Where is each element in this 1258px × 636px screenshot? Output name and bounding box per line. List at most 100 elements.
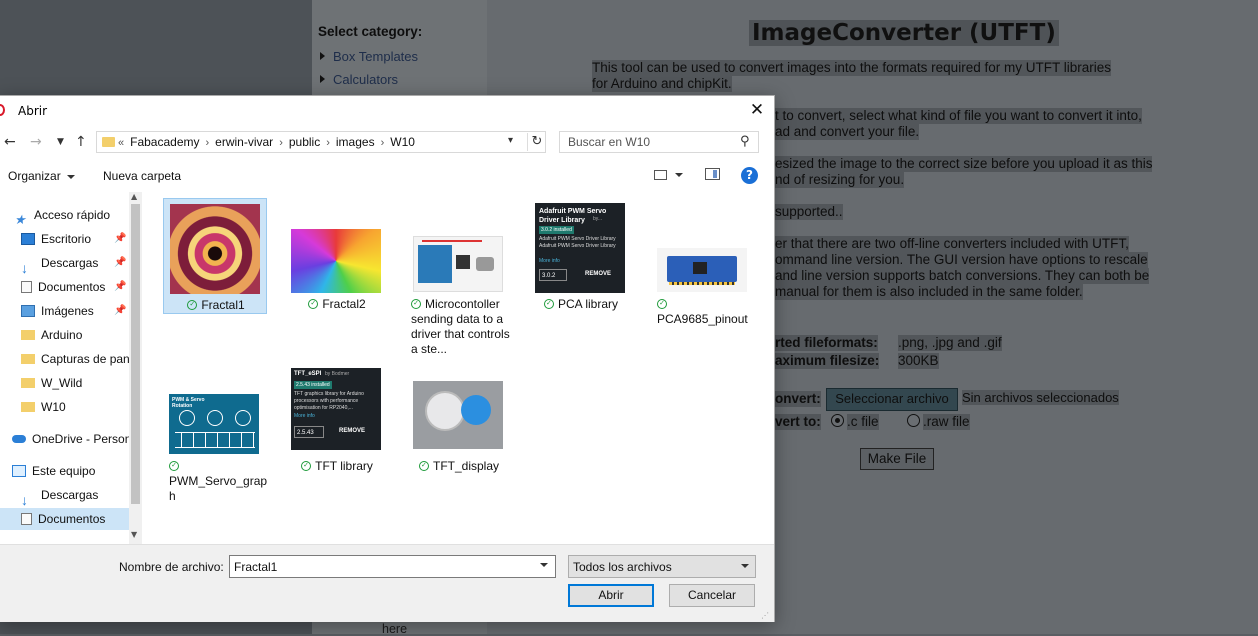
filename-field[interactable]: Fractal1 [229,555,556,578]
intro-line-7: supported.. [775,204,843,220]
forward-arrow-icon[interactable]: → [30,134,42,150]
board-shape [418,245,452,283]
pca-thumb-title: Adafruit PWM Servo Driver Library [539,208,607,224]
no-file-text: Sin archivos seleccionados [962,390,1119,405]
nav-pc-downloads[interactable]: ↓ Descargas [21,484,139,506]
open-button[interactable]: Abrir [568,584,654,607]
pin-icon: 📌 [114,233,127,244]
driver-chip-shape [456,255,470,269]
file-pwm-servo-graph[interactable]: PWM & Servo Rotation ✓PWM_Servo_graph [163,360,267,503]
pwm-servo-thumbnail: PWM & Servo Rotation [169,394,259,454]
breadcrumb-fabacademy[interactable]: Fabacademy [130,135,199,149]
nav-this-pc[interactable]: Este equipo [12,460,130,482]
category-calculators[interactable]: Calculators [320,72,398,87]
nav-images[interactable]: Imágenes 📌 [21,300,139,322]
refresh-icon[interactable]: ↻ [527,133,546,151]
tft-display-thumbnail [413,381,503,449]
opera-logo-icon [0,104,5,116]
desktop-icon [21,232,35,245]
search-input[interactable]: Buscar en W10 ⚲ [559,131,759,153]
folder-icon [102,137,115,147]
nav-arduino[interactable]: Arduino [21,324,139,346]
servo-dial-icon [235,410,251,426]
dialog-title: Abrir [18,104,48,118]
help-icon[interactable]: ? [741,167,758,184]
synced-check-icon: ✓ [301,460,312,471]
nav-w-wild[interactable]: W_Wild [21,372,139,394]
file-pca-library[interactable]: Adafruit PWM Servo Driver Library by... … [529,198,633,314]
file-fractal1[interactable]: ✓ Fractal1 [163,198,267,314]
nav-documents[interactable]: Documentos 📌 [21,276,139,298]
nav-onedrive[interactable]: OneDrive - Person [12,428,130,450]
tft-library-thumbnail: TFT_eSPI by Bodmer 2.5.43 installed TFT … [291,368,381,450]
breadcrumb-erwin-vivar[interactable]: erwin-vivar [215,135,273,149]
address-dropdown-icon[interactable]: ▾ [508,135,513,146]
round-display-shape [425,391,465,431]
category-title: Select category: [318,24,423,39]
filename-dropdown-icon[interactable] [540,563,548,567]
close-icon[interactable]: ✕ [744,98,770,122]
file-pca9685-pinout[interactable]: ✓PCA9685_pinout [651,198,755,326]
nav-desktop[interactable]: Escritorio 📌 [21,228,139,250]
new-folder-button[interactable]: Nueva carpeta [103,169,181,183]
cancel-button[interactable]: Cancelar [669,584,755,607]
filetype-select[interactable]: Todos los archivos [568,555,756,578]
choose-file-button[interactable]: Seleccionar archivo [826,388,958,411]
synced-check-icon: ✓ [543,298,554,309]
nav-scrollbar[interactable]: ▲ ▼ [129,192,142,544]
address-bar[interactable]: «Fabacademy › erwin-vivar › public › images › W1… [96,131,546,153]
synced-check-icon: ✓ [411,298,421,309]
convert-to-label: vert to: [775,414,821,430]
nav-w10[interactable]: W10 [21,396,139,418]
preview-pane-icon[interactable] [705,168,720,180]
open-file-dialog: Abrir ✕ ← → ▼ ↑ «Fabacademy › erwin-vivar ›… [0,95,775,622]
breadcrumb-w10[interactable]: W10 [390,135,415,149]
view-caret-down-icon[interactable] [675,173,683,177]
chip-shape [693,262,707,274]
file-fractal2[interactable]: ✓ Fractal2 [285,198,389,314]
filesize-value: 300KB [898,353,939,369]
filesize-label: aximum filesize: [775,353,880,369]
folder-icon [21,353,35,364]
nav-downloads[interactable]: ↓ Descargas 📌 [21,252,139,274]
synced-check-icon: ✓ [418,460,429,471]
radio-c-file[interactable] [831,414,844,427]
navigation-pane: ★ Acceso rápido Escritorio 📌 ↓ Descargas 📌 D… [0,192,142,544]
download-icon: ↓ [21,259,28,274]
breadcrumb-overflow-icon[interactable]: « [118,137,124,149]
file-microcontroller[interactable]: ✓ Microcontoller sending data to a driver… [407,198,511,356]
filetype-dropdown-icon[interactable] [741,564,749,568]
file-tft-display[interactable]: ✓ TFT_display [407,360,511,476]
view-options-icon[interactable] [654,170,667,180]
organize-menu[interactable]: Organizar [8,169,75,183]
breadcrumb: «Fabacademy › erwin-vivar › public › images › W1… [118,135,415,149]
nav-capturas[interactable]: Capturas de pan [21,348,139,370]
radio-raw-file-label: .raw file [923,414,970,430]
nav-quick-access[interactable]: ★ Acceso rápido [14,204,132,226]
scrollbar-thumb[interactable] [131,204,140,504]
cloud-icon [12,434,26,443]
nav-pc-documents[interactable]: Documentos [0,508,129,530]
breadcrumb-images[interactable]: images [336,135,375,149]
synced-check-icon: ✓ [308,298,319,309]
scroll-up-icon[interactable]: ▲ [131,192,137,201]
resize-grip-icon[interactable]: ⋰ [761,611,769,620]
search-placeholder: Buscar en W10 [568,135,651,149]
formats-label: rted fileformats: [775,335,878,351]
recent-chevron-down-icon[interactable]: ▼ [57,137,64,147]
intro-line-8: er that there are two off-line converter… [775,236,1129,252]
dialog-title-bar[interactable]: Abrir ✕ [0,96,774,124]
breadcrumb-public[interactable]: public [289,135,320,149]
up-arrow-icon[interactable]: ↑ [75,134,87,150]
dialog-toolbar: Organizar Nueva carpeta ? [0,160,774,190]
file-tft-library[interactable]: TFT_eSPI by Bodmer 2.5.43 installed TFT … [285,360,389,476]
image-icon [21,304,35,317]
category-box-templates[interactable]: Box Templates [320,49,418,64]
make-file-button[interactable]: Make File [860,448,934,470]
intro-line-4: ad and convert your file. [775,124,920,140]
back-arrow-icon[interactable]: ← [4,134,16,150]
radio-raw-file[interactable] [907,414,920,427]
scroll-down-icon[interactable]: ▼ [131,530,137,539]
radio-c-file-label: .c file [847,414,879,430]
fractal2-thumbnail [291,229,381,293]
